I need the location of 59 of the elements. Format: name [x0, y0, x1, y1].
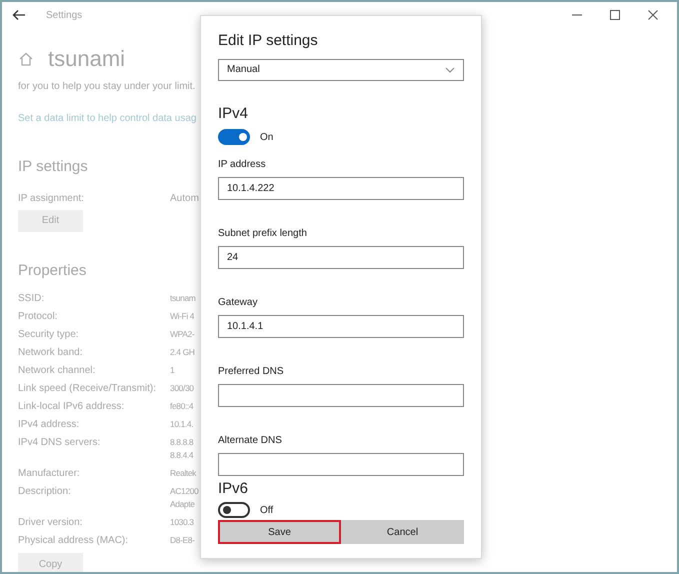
- property-value: 8.8.4.4: [170, 449, 194, 462]
- property-label: Link-local IPv6 address:: [18, 400, 126, 413]
- property-label: Description:: [18, 485, 72, 499]
- section-heading: Properties: [18, 260, 88, 280]
- input-field[interactable]: 10.1.4.1: [218, 315, 464, 338]
- field-label: Alternate DNS: [218, 434, 283, 448]
- property-value: Adapte: [170, 498, 196, 511]
- property-label: Link speed (Receive/Transmit):: [18, 382, 158, 395]
- toggle-label: On: [260, 130, 274, 144]
- property-value: tsunam: [170, 292, 196, 305]
- section-heading: IPv4: [218, 104, 250, 124]
- property-value: 1: [170, 364, 174, 377]
- input-field[interactable]: [218, 384, 464, 407]
- property-label: Physical address (MAC):: [18, 534, 130, 547]
- intro-text: for you to help you stay under your limit.: [18, 80, 196, 94]
- property-value: WPA2-: [170, 328, 194, 341]
- property-label: Manufacturer:: [18, 467, 81, 480]
- property-value: 10.1.4.: [170, 418, 194, 431]
- toggle-switch[interactable]: [218, 129, 250, 145]
- property-value: Wi-Fi 4: [170, 310, 194, 323]
- property-value: AC1200: [170, 485, 198, 498]
- page-title: tsunami: [48, 45, 126, 73]
- property-value: 300/30: [170, 382, 194, 395]
- property-label: Network band:: [18, 346, 84, 359]
- property-label: SSID:: [18, 292, 46, 305]
- toggle-switch[interactable]: [218, 502, 250, 518]
- property-label: Security type:: [18, 328, 80, 341]
- property-value: fe80::4: [170, 400, 194, 413]
- property-label: Driver version:: [18, 516, 84, 529]
- property-label: IPv4 DNS servers:: [18, 436, 102, 450]
- toggle-label: Off: [260, 504, 274, 518]
- input-field[interactable]: 10.1.4.222: [218, 177, 464, 200]
- dialog-title: Edit IP settings: [218, 31, 319, 51]
- property-label: IP assignment:: [18, 192, 85, 206]
- input-field[interactable]: 24: [218, 246, 464, 269]
- field-label: Gateway: [218, 296, 258, 310]
- property-value: Realtek: [170, 467, 196, 480]
- property-label: Protocol:: [18, 310, 58, 323]
- cancel-button[interactable]: Cancel: [341, 520, 464, 544]
- section-heading: IPv6: [218, 478, 250, 498]
- input-field[interactable]: [218, 453, 464, 476]
- maximize-icon[interactable]: [609, 9, 621, 21]
- section-heading: IP settings: [18, 157, 89, 177]
- property-value: D8-E8-: [170, 534, 195, 547]
- property-value: Autom: [170, 192, 199, 206]
- mode-dropdown[interactable]: Manual: [218, 58, 464, 80]
- close-icon[interactable]: [647, 9, 659, 21]
- property-label: IPv4 address:: [18, 418, 80, 431]
- chevron-down-icon: [445, 66, 455, 72]
- window-title: Settings: [46, 8, 82, 22]
- property-label: Network channel:: [18, 364, 96, 377]
- property-value: 2.4 GH: [170, 346, 195, 359]
- field-label: Preferred DNS: [218, 365, 285, 379]
- field-label: Subnet prefix length: [218, 227, 308, 241]
- property-value: 1030.3: [170, 516, 194, 529]
- property-value: 8.8.8.8: [170, 436, 194, 449]
- back-icon[interactable]: [12, 8, 26, 22]
- save-button[interactable]: Save: [218, 520, 341, 544]
- field-label: IP address: [218, 158, 267, 172]
